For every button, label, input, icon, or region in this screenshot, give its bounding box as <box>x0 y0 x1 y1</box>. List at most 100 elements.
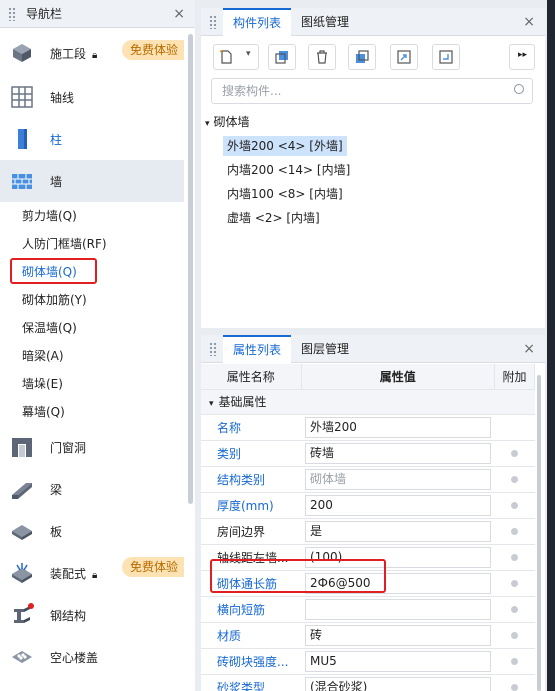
table-row: 厚度(mm) 200 <box>201 492 535 519</box>
nav-scrollbar[interactable] <box>188 34 193 504</box>
door-window-icon <box>12 438 32 457</box>
close-icon[interactable]: × <box>173 6 185 22</box>
property-value-input[interactable]: 外墙200 <box>305 416 491 438</box>
tree-item[interactable]: 内墙100 <8> [内墙] <box>227 184 343 204</box>
drawing-canvas-edge[interactable] <box>547 0 555 691</box>
drag-handle-icon[interactable] <box>209 14 217 29</box>
nav-item-steel-structure[interactable]: 钢结构 <box>0 594 184 636</box>
table-row: 名称 外墙200 <box>201 414 535 441</box>
property-group-row[interactable]: ▾ 基础属性 <box>201 389 535 415</box>
export-button[interactable] <box>432 44 460 70</box>
sub-item-shear-wall[interactable]: 剪力墙(Q) <box>22 206 77 226</box>
free-trial-badge[interactable]: 免费体验 <box>121 557 184 577</box>
search-input[interactable]: 搜索构件... <box>211 78 533 104</box>
property-value-input[interactable]: 砖 <box>305 624 491 646</box>
group-label: 基础属性 <box>218 395 267 409</box>
copy-to-floor-button[interactable] <box>348 44 376 70</box>
property-name: 厚度(mm) <box>201 492 301 519</box>
sub-item-hidden-beam[interactable]: 暗梁(A) <box>22 346 64 366</box>
highlight-box <box>10 258 97 284</box>
drag-handle-icon[interactable] <box>209 341 217 356</box>
nav-item-prefab[interactable]: 装配式 🔒︎ 免费体验 <box>0 552 184 594</box>
collapse-arrow-icon[interactable]: ▾ <box>209 399 214 409</box>
property-name: 砖砌块强度... <box>201 648 301 675</box>
sub-item-curtain-wall[interactable]: 幕墙(Q) <box>22 402 65 422</box>
nav-item-label: 钢结构 <box>50 608 87 623</box>
dropdown-arrow-icon[interactable]: ▾ <box>246 49 251 59</box>
new-file-icon <box>219 50 232 64</box>
tree-item[interactable]: 虚墙 <2> [内墙] <box>227 208 320 228</box>
nav-item-label: 墙 <box>50 174 63 189</box>
nav-item-slab[interactable]: 板 <box>0 510 184 552</box>
tree-group-masonry-wall[interactable]: ▾ 砌体墙 <box>205 112 250 132</box>
prefab-icon <box>12 563 32 583</box>
nav-item-construction-stage[interactable]: 施工段 🔒︎ 免费体验 <box>0 32 184 74</box>
sub-item-masonry-reinforcement[interactable]: 砌体加筋(Y) <box>22 290 87 310</box>
drag-handle-icon[interactable] <box>8 6 16 21</box>
attach-checkbox[interactable] <box>511 684 518 691</box>
new-component-button[interactable]: ▾ <box>213 44 259 70</box>
attach-checkbox[interactable] <box>511 450 518 457</box>
nav-item-column[interactable]: 柱 <box>0 118 184 160</box>
nav-item-beam[interactable]: 梁 <box>0 468 184 510</box>
tab-component-list[interactable]: 构件列表 <box>223 8 292 36</box>
search-placeholder: 搜索构件... <box>222 84 282 98</box>
property-value-input[interactable]: (混合砂浆) <box>305 676 491 691</box>
attach-checkbox[interactable] <box>511 476 518 483</box>
import-button[interactable] <box>390 44 418 70</box>
property-value-input[interactable]: 砖墙 <box>305 442 491 464</box>
property-table: 属性名称 属性值 附加 ▾ 基础属性 名称 外墙200 类别 砖墙 结构类别 砌体墙 厚… <box>201 364 535 691</box>
navigation-panel: 导航栏 × 施工段 🔒︎ 免费体验 轴线 柱 墙 剪力墙(Q) 人防门框墙(RF)… <box>0 0 195 691</box>
tree-item-selected[interactable]: 外墙200 <4> [外墙] <box>223 136 347 156</box>
property-value-input[interactable]: 是 <box>305 520 491 542</box>
property-name: 横向短筋 <box>201 596 301 623</box>
property-value-input[interactable] <box>305 598 491 620</box>
sub-item-civil-defense-wall[interactable]: 人防门框墙(RF) <box>22 234 107 254</box>
attach-checkbox[interactable] <box>511 658 518 665</box>
table-row: 材质砖 <box>201 622 535 649</box>
close-icon[interactable]: × <box>523 14 535 30</box>
nav-item-label: 梁 <box>50 482 63 497</box>
search-icon[interactable] <box>514 84 524 94</box>
properties-scrollbar[interactable] <box>537 375 541 691</box>
component-panel-header: 构件列表 图纸管理 × <box>201 8 545 36</box>
attach-checkbox[interactable] <box>511 632 518 639</box>
sub-item-wall-pier[interactable]: 墙垛(E) <box>22 374 63 394</box>
attach-checkbox[interactable] <box>511 554 518 561</box>
property-value-input[interactable]: MU5 <box>305 650 491 672</box>
free-trial-badge[interactable]: 免费体验 <box>121 40 184 60</box>
nav-item-label: 门窗洞 <box>50 440 87 455</box>
property-panel-header: 属性列表 图层管理 × <box>201 335 545 363</box>
component-list-panel: 构件列表 图纸管理 × ▾ ▸▸ 搜索构件... ▾ 砌体墙 外墙200 <4> … <box>201 8 545 328</box>
sub-item-insulation-wall[interactable]: 保温墙(Q) <box>22 318 77 338</box>
column-header-extra: 附加 <box>494 364 535 390</box>
nav-item-axis[interactable]: 轴线 <box>0 76 184 118</box>
attach-checkbox[interactable] <box>511 528 518 535</box>
column-header-name: 属性名称 <box>201 364 302 390</box>
more-tools-button[interactable]: ▸▸ <box>509 44 535 70</box>
table-row: 结构类别 砌体墙 <box>201 466 535 493</box>
copy-button[interactable] <box>268 44 296 70</box>
delete-button[interactable] <box>308 44 336 70</box>
property-value-input[interactable]: 200 <box>305 494 491 516</box>
nav-item-hollow-floor[interactable]: 空心楼盖 <box>0 636 184 678</box>
nav-item-label: 板 <box>50 524 63 539</box>
copy-icon <box>275 51 288 64</box>
construction-stage-icon <box>13 44 31 62</box>
tab-property-list[interactable]: 属性列表 <box>223 335 292 363</box>
collapse-arrow-icon[interactable]: ▾ <box>205 119 210 129</box>
tree-item[interactable]: 内墙200 <14> [内墙] <box>227 160 350 180</box>
attach-checkbox[interactable] <box>511 606 518 613</box>
close-icon[interactable]: × <box>523 341 535 357</box>
nav-item-door-window[interactable]: 门窗洞 <box>0 426 184 468</box>
tab-layer-management[interactable]: 图层管理 <box>291 335 359 363</box>
table-row: 横向短筋 <box>201 596 535 623</box>
nav-item-label: 空心楼盖 <box>50 650 99 665</box>
attach-checkbox[interactable] <box>511 580 518 587</box>
attach-checkbox[interactable] <box>511 502 518 509</box>
property-name: 砂浆类型 <box>201 674 301 691</box>
tab-drawing-management[interactable]: 图纸管理 <box>291 8 359 36</box>
nav-item-wall[interactable]: 墙 <box>0 160 184 202</box>
export-icon <box>439 50 453 64</box>
property-name: 房间边界 <box>201 518 301 545</box>
